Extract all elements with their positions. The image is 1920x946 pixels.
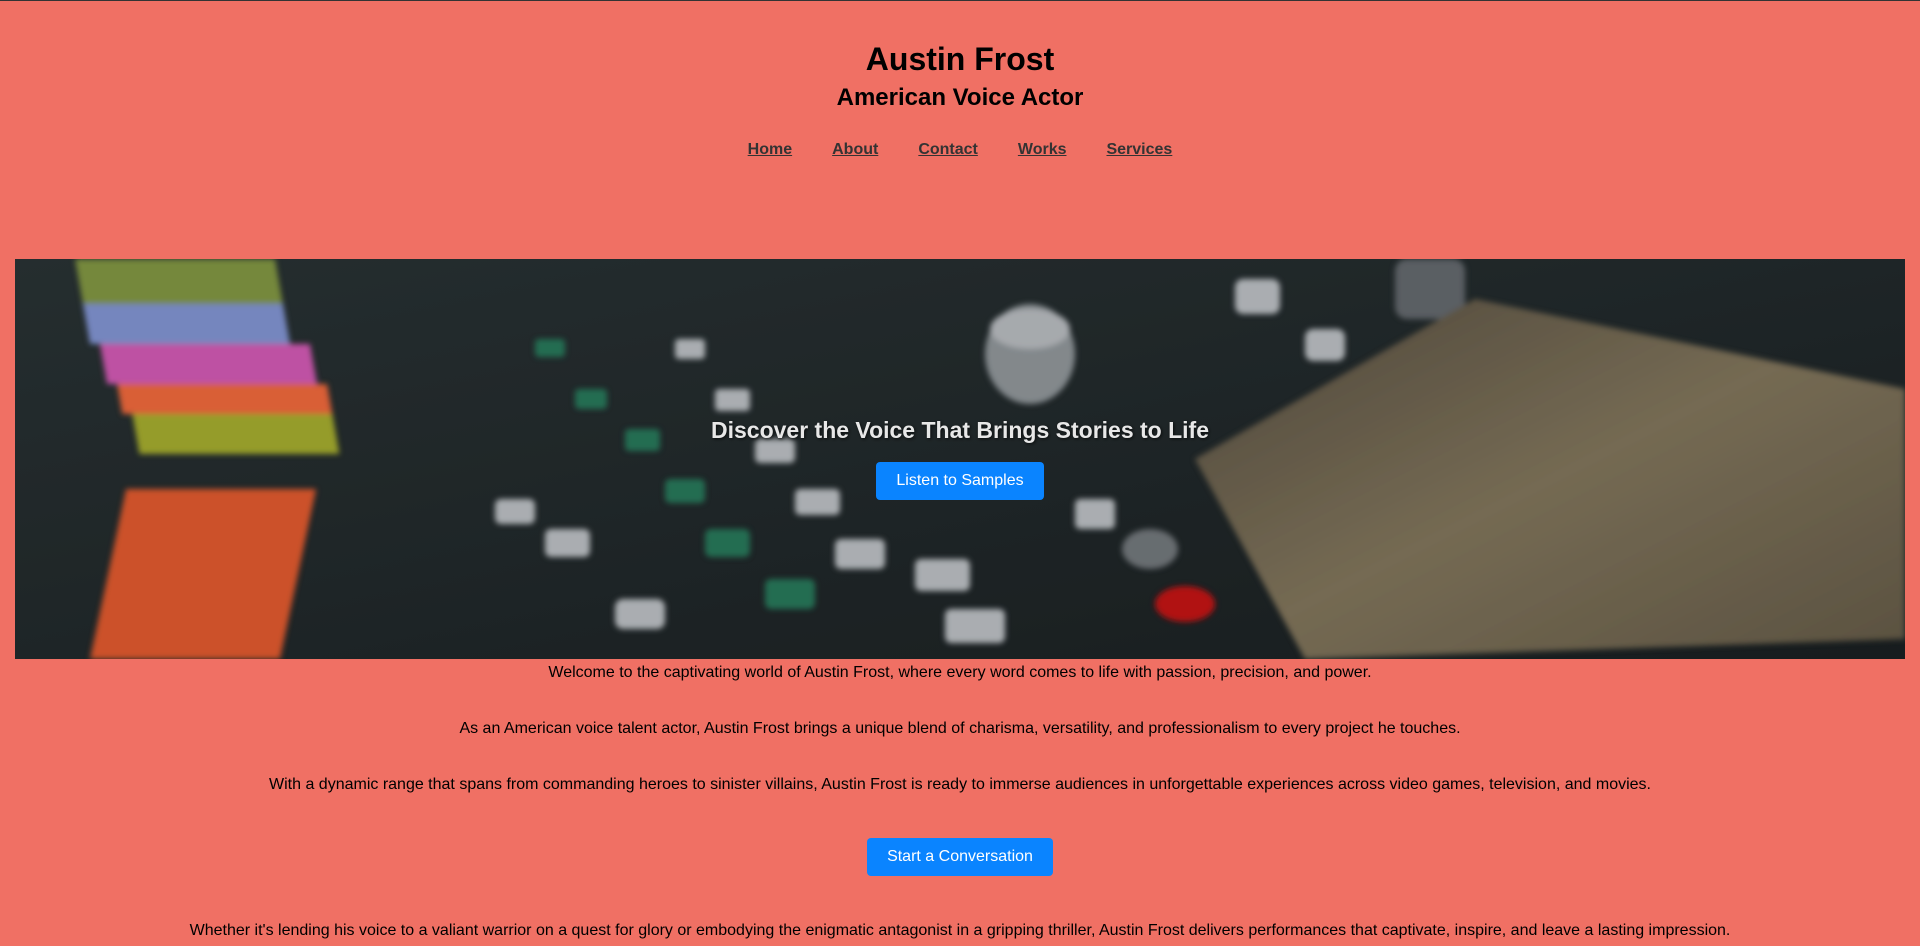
performance-paragraph: Whether it's lending his voice to a vali…	[189, 922, 1731, 939]
nav-link-services[interactable]: Services	[1106, 141, 1172, 159]
site-subtitle: American Voice Actor	[836, 84, 1084, 111]
main-nav: Home About Contact Works Services	[0, 141, 1920, 159]
hero-banner: Discover the Voice That Brings Stories t…	[15, 259, 1905, 659]
main-content: Welcome to the captivating world of Aust…	[0, 664, 1920, 940]
hero-heading: Discover the Voice That Brings Stories t…	[710, 417, 1209, 443]
nav-link-home[interactable]: Home	[748, 141, 792, 159]
site-header: Austin Frost American Voice Actor Home A…	[0, 0, 1920, 159]
cta-container: Start a Conversation	[0, 838, 1920, 876]
nav-link-about[interactable]: About	[832, 141, 878, 159]
range-paragraph: With a dynamic range that spans from com…	[269, 776, 1651, 793]
nav-link-contact[interactable]: Contact	[918, 141, 978, 159]
start-conversation-button[interactable]: Start a Conversation	[867, 838, 1053, 876]
intro-paragraph: Welcome to the captivating world of Aust…	[548, 664, 1372, 681]
listen-to-samples-button[interactable]: Listen to Samples	[876, 462, 1044, 500]
site-title: Austin Frost	[865, 41, 1055, 77]
nav-link-works[interactable]: Works	[1018, 141, 1067, 159]
top-border	[0, 0, 1920, 1]
about-paragraph: As an American voice talent actor, Austi…	[459, 720, 1461, 737]
hero-content: Discover the Voice That Brings Stories t…	[15, 259, 1905, 659]
